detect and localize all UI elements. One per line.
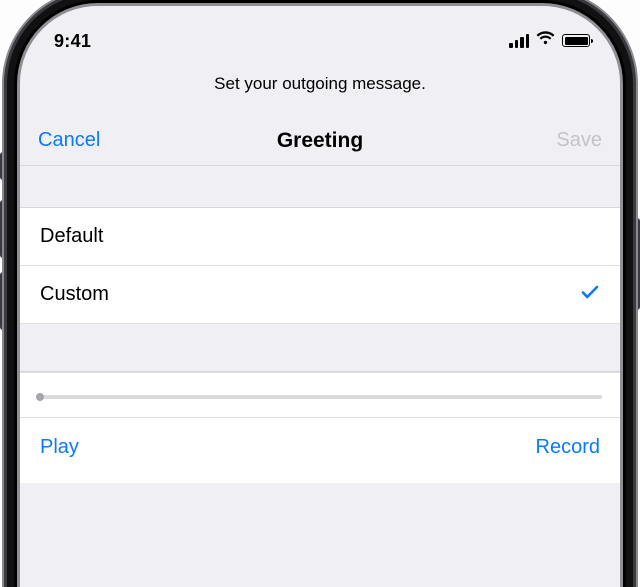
audio-scrubber[interactable] (20, 372, 620, 418)
mute-switch (0, 152, 6, 180)
status-bar: 9:41 (20, 6, 620, 58)
nav-bar: Cancel Greeting Save (20, 116, 620, 166)
clock: 9:41 (54, 31, 91, 52)
action-row: Play Record (20, 418, 620, 483)
option-label: Default (40, 225, 103, 248)
section-gap (20, 166, 620, 208)
section-gap (20, 324, 620, 372)
cancel-button[interactable]: Cancel (20, 116, 118, 165)
battery-icon (562, 34, 590, 47)
play-button[interactable]: Play (40, 436, 79, 459)
option-custom[interactable]: Custom (20, 266, 620, 324)
checkmark-icon (580, 282, 600, 308)
volume-up (0, 200, 6, 258)
option-label: Custom (40, 283, 109, 306)
record-button[interactable]: Record (536, 436, 600, 459)
screen: 9:41 Set your outgoing message. Cancel G… (20, 6, 620, 587)
power-button (634, 218, 640, 310)
option-default[interactable]: Default (20, 208, 620, 266)
page-title: Greeting (277, 129, 363, 153)
page-subtitle: Set your outgoing message. (20, 58, 620, 116)
scrubber-knob[interactable] (36, 393, 44, 401)
volume-down (0, 272, 6, 330)
wifi-icon (536, 31, 555, 50)
cellular-signal-icon (509, 34, 529, 48)
save-button[interactable]: Save (538, 116, 620, 165)
